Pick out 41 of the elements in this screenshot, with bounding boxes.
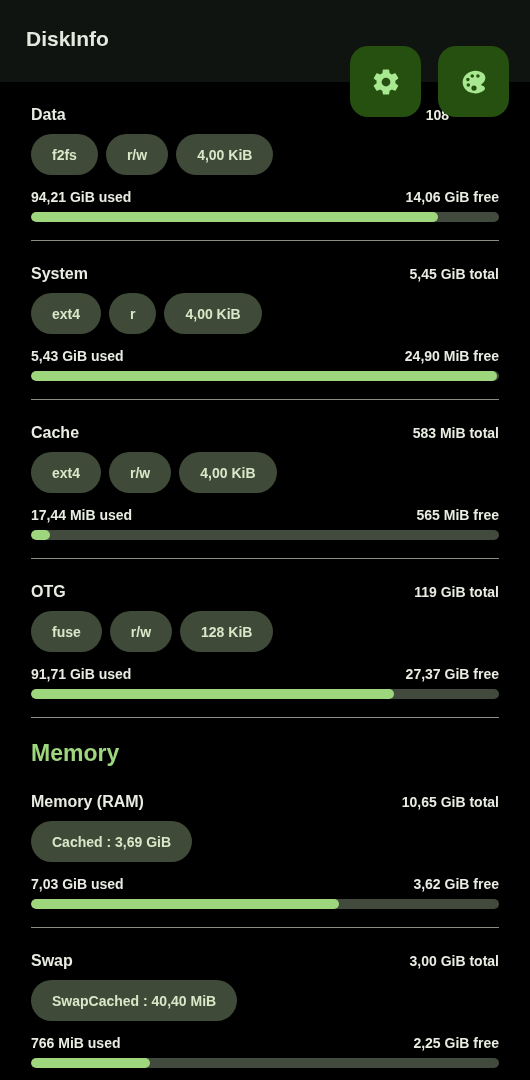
info-chip: 4,00 KiB [176,134,274,175]
info-chip: r/w [109,452,172,493]
free-label: 565 MiB free [416,506,499,525]
used-label: 94,21 GiB used [31,188,132,207]
free-label: 24,90 MiB free [404,347,499,366]
info-chip: f2fs [31,134,98,175]
total-size: 5,45 GiB total [409,265,499,284]
free-label: 14,06 GiB free [405,188,499,207]
info-chip: r [109,293,157,334]
free-label: 3,62 GiB free [413,875,499,894]
total-size: 3,00 GiB total [409,952,499,971]
info-chip: r/w [109,611,173,652]
used-label: 17,44 MiB used [31,506,133,525]
info-chip: 128 KiB [180,611,274,652]
info-chip: ext4 [31,452,102,493]
volume-name: OTG [31,582,66,602]
volume-name: Data [31,105,66,125]
total-size: 10,65 GiB total [401,793,499,812]
volume-name: System [31,264,88,284]
used-label: 766 MiB used [31,1034,121,1053]
info-chip: r/w [105,134,169,175]
info-chip: 4,00 KiB [179,452,277,493]
free-label: 2,25 GiB free [413,1034,499,1053]
volume-name: Swap [31,951,73,971]
used-label: 7,03 GiB used [31,875,124,894]
used-label: 5,43 GiB used [31,347,124,366]
info-chip: Cached : 3,69 GiB [31,821,193,862]
volume-name: Memory (RAM) [31,792,144,812]
app-title: DiskInfo [26,27,109,51]
info-chip: 4,00 KiB [164,293,262,334]
free-label: 27,37 GiB free [405,665,499,684]
section-heading: Memory [31,739,121,768]
info-chip: ext4 [31,293,102,334]
used-label: 91,71 GiB used [31,665,132,684]
settings-button[interactable] [350,46,421,117]
info-chip: SwapCached : 40,40 MiB [31,980,238,1021]
settings-icon [371,67,400,96]
info-chip: fuse [31,611,102,652]
total-size: 119 GiB total [414,583,499,602]
total-size: 583 MiB total [412,424,499,443]
volume-name: Cache [31,423,80,443]
